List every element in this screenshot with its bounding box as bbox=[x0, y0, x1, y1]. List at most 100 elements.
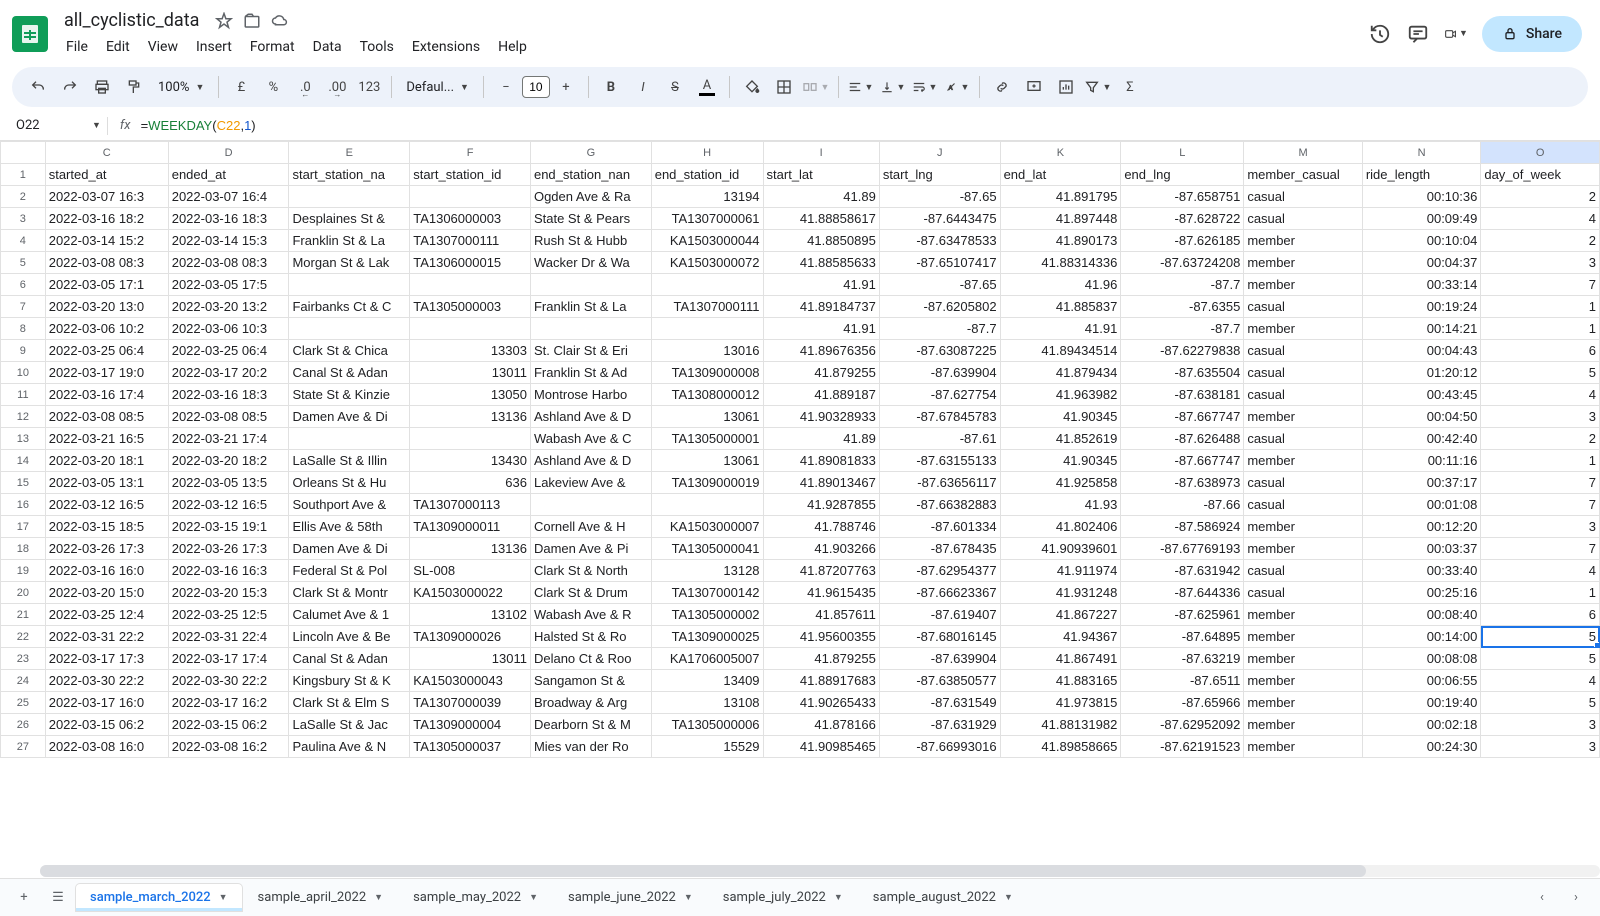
cell[interactable]: TA1305000002 bbox=[651, 604, 763, 626]
cell[interactable]: 00:33:40 bbox=[1362, 560, 1481, 582]
row-header[interactable]: 24 bbox=[1, 670, 46, 692]
cell[interactable]: 2 bbox=[1481, 230, 1600, 252]
cell[interactable]: -87.66993016 bbox=[879, 736, 1000, 758]
cell[interactable]: -87.63219 bbox=[1121, 648, 1244, 670]
cell[interactable]: TA1305000003 bbox=[410, 296, 531, 318]
cell[interactable] bbox=[530, 494, 651, 516]
cell[interactable]: 2022-03-25 12:4 bbox=[45, 604, 168, 626]
cell[interactable]: -87.66 bbox=[1121, 494, 1244, 516]
cell[interactable]: Halsted St & Ro bbox=[530, 626, 651, 648]
cell[interactable]: 00:12:20 bbox=[1362, 516, 1481, 538]
cell[interactable]: -87.63724208 bbox=[1121, 252, 1244, 274]
cell[interactable]: 3 bbox=[1481, 406, 1600, 428]
cell[interactable]: 00:06:55 bbox=[1362, 670, 1481, 692]
cell[interactable]: 41.89 bbox=[763, 186, 879, 208]
cell[interactable]: 13430 bbox=[410, 450, 531, 472]
cell[interactable]: -87.67769193 bbox=[1121, 538, 1244, 560]
font-size-input[interactable] bbox=[522, 76, 550, 98]
functions-button[interactable]: Σ bbox=[1116, 73, 1144, 101]
cell[interactable]: 41.890173 bbox=[1000, 230, 1121, 252]
row-header[interactable]: 12 bbox=[1, 406, 46, 428]
cell[interactable]: TA1307000113 bbox=[410, 494, 531, 516]
cell[interactable]: 41.93 bbox=[1000, 494, 1121, 516]
cell[interactable]: 41.852619 bbox=[1000, 428, 1121, 450]
bold-button[interactable]: B bbox=[597, 73, 625, 101]
cell[interactable]: ended_at bbox=[168, 164, 289, 186]
cell[interactable]: member bbox=[1244, 450, 1363, 472]
cell[interactable]: Morgan St & Lak bbox=[289, 252, 410, 274]
cell[interactable]: 2022-03-08 08:3 bbox=[168, 252, 289, 274]
cell[interactable]: 5 bbox=[1481, 648, 1600, 670]
cell[interactable]: member bbox=[1244, 604, 1363, 626]
cell[interactable]: 4 bbox=[1481, 670, 1600, 692]
cell[interactable]: 41.963982 bbox=[1000, 384, 1121, 406]
cell[interactable]: 2022-03-16 18:3 bbox=[168, 208, 289, 230]
cell[interactable]: -87.65 bbox=[879, 274, 1000, 296]
cell[interactable]: 00:03:37 bbox=[1362, 538, 1481, 560]
cell[interactable]: 41.925858 bbox=[1000, 472, 1121, 494]
cell[interactable]: 13016 bbox=[651, 340, 763, 362]
cell[interactable]: Cornell Ave & H bbox=[530, 516, 651, 538]
cell[interactable]: 4 bbox=[1481, 384, 1600, 406]
cell[interactable]: end_station_id bbox=[651, 164, 763, 186]
cell[interactable]: TA1309000011 bbox=[410, 516, 531, 538]
cell[interactable]: casual bbox=[1244, 296, 1363, 318]
cell[interactable]: 2022-03-25 06:4 bbox=[45, 340, 168, 362]
cell[interactable]: 2022-03-21 17:4 bbox=[168, 428, 289, 450]
cell[interactable]: 00:09:49 bbox=[1362, 208, 1481, 230]
cell[interactable]: 41.89676356 bbox=[763, 340, 879, 362]
cell[interactable]: 2022-03-25 12:5 bbox=[168, 604, 289, 626]
cell[interactable]: member bbox=[1244, 538, 1363, 560]
cell[interactable]: 2022-03-26 17:3 bbox=[45, 538, 168, 560]
cell[interactable]: 2 bbox=[1481, 428, 1600, 450]
cell[interactable]: 00:33:14 bbox=[1362, 274, 1481, 296]
menu-insert[interactable]: Insert bbox=[188, 35, 240, 59]
cell[interactable]: 7 bbox=[1481, 472, 1600, 494]
cell[interactable]: casual bbox=[1244, 362, 1363, 384]
cell[interactable]: Clark St & Montr bbox=[289, 582, 410, 604]
cell[interactable] bbox=[289, 186, 410, 208]
row-header[interactable]: 10 bbox=[1, 362, 46, 384]
cell[interactable]: 2022-03-06 10:3 bbox=[168, 318, 289, 340]
comment-icon[interactable] bbox=[1406, 22, 1430, 46]
cell[interactable]: 41.91 bbox=[763, 318, 879, 340]
cell[interactable]: 2022-03-12 16:5 bbox=[45, 494, 168, 516]
cell[interactable]: 2022-03-16 17:4 bbox=[45, 384, 168, 406]
cell[interactable]: Ashland Ave & D bbox=[530, 406, 651, 428]
cell[interactable]: LaSalle St & Jac bbox=[289, 714, 410, 736]
formula-input[interactable]: =WEEKDAY(C22,1) bbox=[137, 116, 1600, 135]
cloud-status-icon[interactable] bbox=[271, 12, 289, 30]
cell[interactable]: 2022-03-17 20:2 bbox=[168, 362, 289, 384]
row-header[interactable]: 21 bbox=[1, 604, 46, 626]
row-header[interactable]: 15 bbox=[1, 472, 46, 494]
cell[interactable]: Wacker Dr & Wa bbox=[530, 252, 651, 274]
cell[interactable]: 41.788746 bbox=[763, 516, 879, 538]
increase-decimal-button[interactable]: .00→ bbox=[323, 73, 351, 101]
cell[interactable]: 00:04:50 bbox=[1362, 406, 1481, 428]
cell[interactable]: end_lat bbox=[1000, 164, 1121, 186]
cell[interactable]: 2022-03-17 16:2 bbox=[168, 692, 289, 714]
row-header[interactable]: 6 bbox=[1, 274, 46, 296]
cell[interactable]: 2022-03-08 16:0 bbox=[45, 736, 168, 758]
cell[interactable]: 5 bbox=[1481, 692, 1600, 714]
cell[interactable]: casual bbox=[1244, 472, 1363, 494]
rotate-button[interactable]: A▼ bbox=[943, 73, 971, 101]
cell[interactable]: -87.6511 bbox=[1121, 670, 1244, 692]
cell[interactable]: 1 bbox=[1481, 582, 1600, 604]
filter-button[interactable]: ▼ bbox=[1084, 73, 1112, 101]
cell[interactable]: 41.883165 bbox=[1000, 670, 1121, 692]
cell[interactable] bbox=[289, 318, 410, 340]
cell[interactable]: 1 bbox=[1481, 450, 1600, 472]
merge-button[interactable]: ▼ bbox=[802, 73, 830, 101]
cell[interactable]: 00:10:36 bbox=[1362, 186, 1481, 208]
cell[interactable]: member bbox=[1244, 252, 1363, 274]
column-header-I[interactable]: I bbox=[763, 142, 879, 164]
cell[interactable]: -87.628722 bbox=[1121, 208, 1244, 230]
wrap-button[interactable]: ▼ bbox=[911, 73, 939, 101]
menu-help[interactable]: Help bbox=[490, 35, 535, 59]
undo-button[interactable] bbox=[24, 73, 52, 101]
cell[interactable]: 2022-03-21 16:5 bbox=[45, 428, 168, 450]
cell[interactable]: casual bbox=[1244, 494, 1363, 516]
column-header-L[interactable]: L bbox=[1121, 142, 1244, 164]
cell[interactable]: TA1305000037 bbox=[410, 736, 531, 758]
